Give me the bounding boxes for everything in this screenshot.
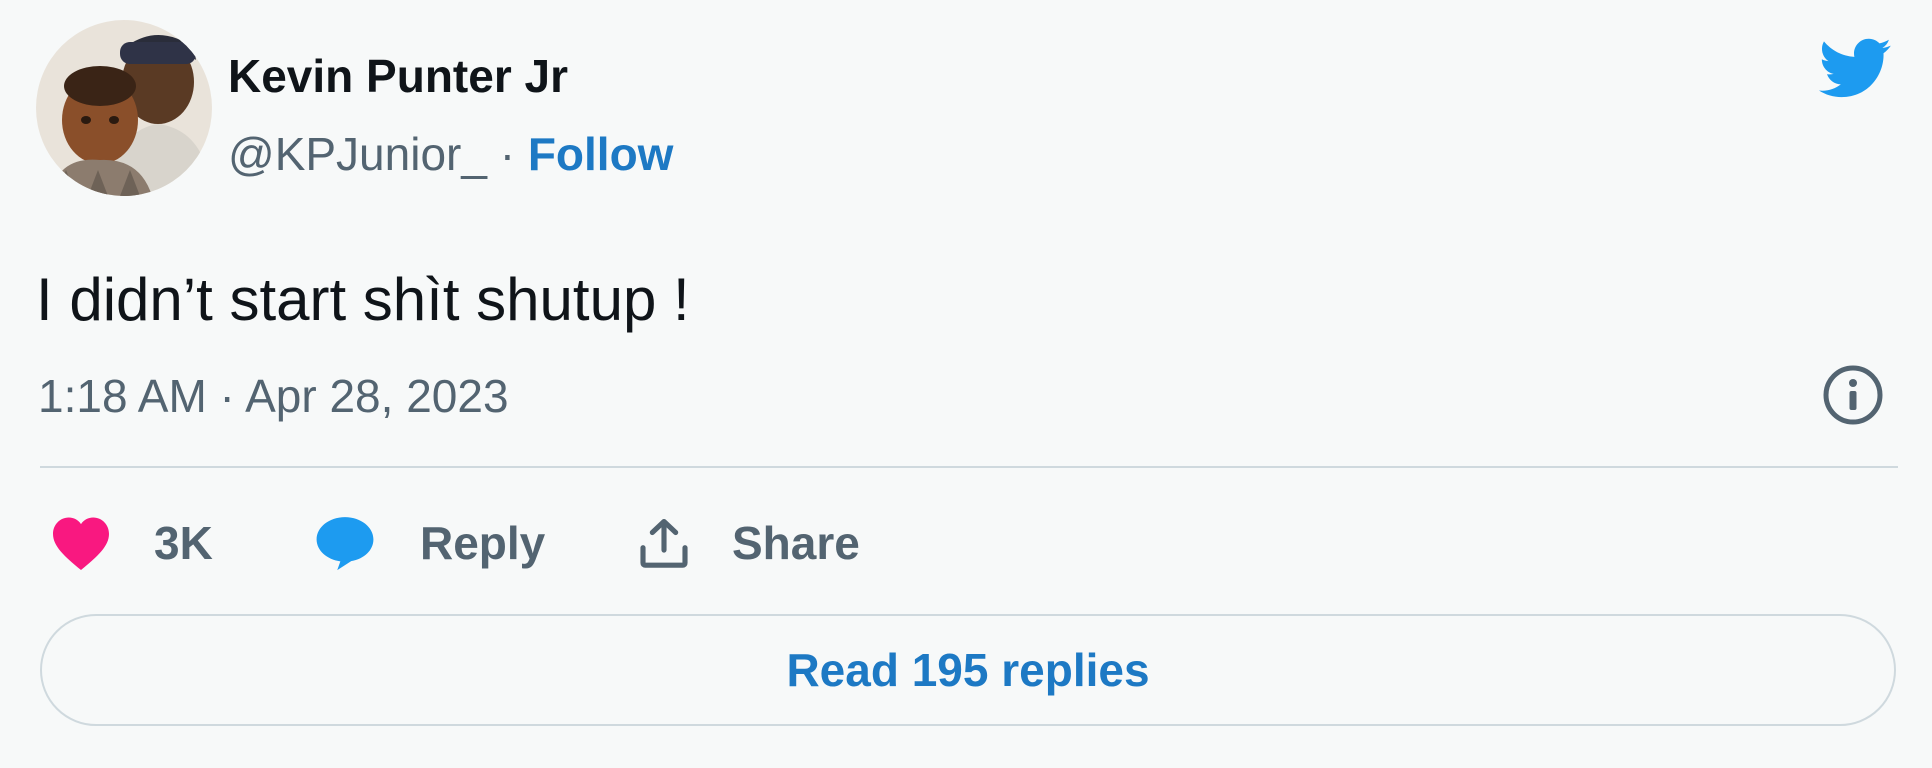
- author-handle[interactable]: @KPJunior_: [228, 128, 487, 180]
- share-label: Share: [732, 517, 860, 569]
- tweet-timestamp[interactable]: 1:18 AM · Apr 28, 2023: [38, 368, 509, 424]
- share-button[interactable]: Share: [636, 510, 860, 576]
- tweet-text: I didn’t start shìt shutup !: [36, 266, 690, 333]
- share-upload-icon: [640, 518, 688, 568]
- author-handle-row: @KPJunior_ · Follow: [228, 126, 673, 182]
- heart-icon: [53, 517, 109, 570]
- divider: [40, 466, 1898, 468]
- author-display-name[interactable]: Kevin Punter Jr: [228, 48, 568, 104]
- tweet-card: Kevin Punter Jr @KPJunior_ · Follow I di…: [0, 0, 1932, 768]
- avatar[interactable]: [36, 20, 212, 196]
- like-count: 3K: [154, 517, 213, 569]
- read-replies-button[interactable]: Read 195 replies: [40, 614, 1896, 726]
- avatar-photo: [36, 20, 212, 196]
- reply-button[interactable]: Reply: [314, 510, 545, 576]
- like-button[interactable]: 3K: [50, 510, 213, 576]
- reply-label: Reply: [420, 517, 546, 569]
- speech-bubble-icon: [316, 517, 374, 571]
- follow-button[interactable]: Follow: [528, 128, 674, 180]
- handle-separator: ·: [486, 128, 528, 180]
- info-icon[interactable]: [1822, 364, 1884, 426]
- twitter-bird-icon[interactable]: [1812, 30, 1896, 106]
